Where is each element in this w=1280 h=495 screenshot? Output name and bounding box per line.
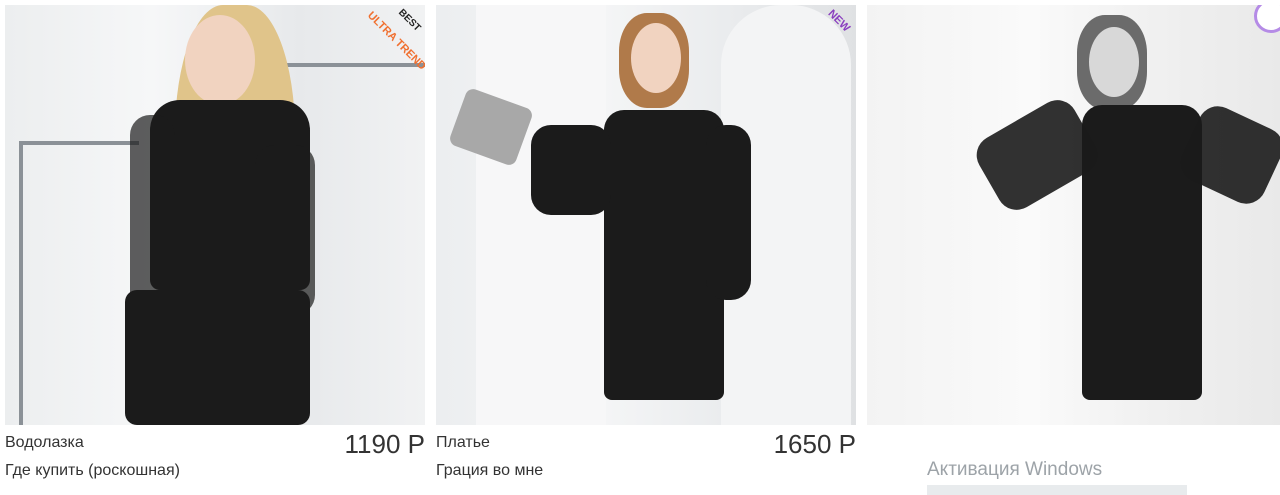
scroll-chip[interactable]: [1254, 5, 1280, 33]
product-subtitle[interactable]: Где купить (роскошная): [5, 462, 180, 480]
product-info: Активация Windows: [867, 425, 1280, 495]
background-panel: [476, 5, 606, 425]
model-face: [631, 23, 681, 93]
badge-new: NEW: [786, 5, 856, 75]
product-price: 1650 Р: [773, 429, 856, 459]
windows-activation-watermark: Активация Windows: [927, 459, 1103, 480]
model-face: [1089, 27, 1139, 97]
product-info: Платье Грация во мне 1650 Р: [436, 425, 856, 487]
product-card[interactable]: BEST ULTRA TREND Водолазка Где купить (р…: [5, 5, 425, 487]
product-info: Водолазка Где купить (роскошная) 1190 Р: [5, 425, 425, 487]
product-image[interactable]: NEW: [436, 5, 856, 425]
product-image[interactable]: BEST ULTRA TREND: [5, 5, 425, 425]
product-card[interactable]: Активация Windows: [867, 5, 1280, 495]
badge-new-text: NEW: [825, 7, 853, 35]
product-name[interactable]: Платье: [436, 434, 490, 452]
sleeve-right: [706, 125, 751, 300]
sleeve-left: [531, 125, 611, 215]
badge-ultra-trend: BEST ULTRA TREND: [355, 5, 425, 75]
product-price: 1190 Р: [344, 429, 425, 459]
rack-bar: [19, 141, 139, 145]
product-name[interactable]: Водолазка: [5, 434, 84, 452]
product-card[interactable]: NEW Платье Грация во мне 1650 Р: [436, 5, 856, 487]
clothes-rack: [19, 141, 23, 425]
product-image[interactable]: [867, 5, 1280, 425]
jeans: [125, 290, 310, 425]
badge-best-text: BEST: [396, 7, 423, 34]
model-face: [185, 15, 255, 105]
product-subtitle[interactable]: Грация во мне: [436, 462, 543, 480]
